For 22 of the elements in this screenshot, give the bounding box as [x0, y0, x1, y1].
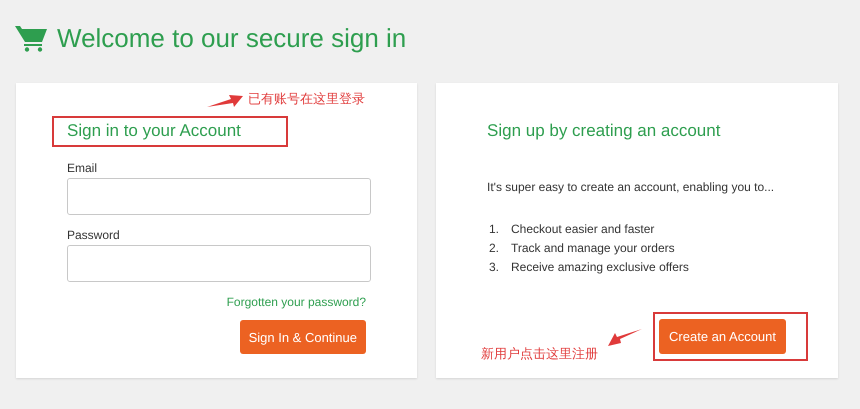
list-number: 1. [488, 221, 500, 238]
intro-text: It's super easy to create an account, enabling you to... [487, 180, 776, 194]
benefit-item: Receive amazing exclusive offers [511, 259, 689, 276]
annotation-text: 新用户点击这里注册 [481, 346, 598, 361]
annotation-text: 已有账号在这里登录 [248, 91, 365, 106]
list-number: 3. [488, 259, 500, 276]
cart-icon [15, 24, 47, 52]
panel-heading: Sign up by creating an account [487, 121, 720, 141]
benefit-item: Track and manage your orders [511, 240, 675, 257]
list-number: 2. [488, 240, 500, 257]
field-label: Email [67, 161, 98, 175]
benefit-item: Checkout easier and faster [511, 221, 654, 238]
panel-heading: Sign in to your Account [67, 121, 241, 141]
password-field[interactable] [67, 245, 371, 282]
email-field[interactable] [67, 178, 371, 215]
annotation-arrow [207, 94, 243, 108]
annotation-arrow [608, 329, 642, 347]
create-account-button[interactable]: Create an Account [659, 319, 786, 354]
forgot-password-link[interactable]: Forgotten your password? [226, 295, 366, 309]
field-label: Password [67, 228, 121, 242]
page-title: Welcome to our secure sign in [57, 23, 406, 53]
sign-in-button[interactable]: Sign In & Continue [240, 320, 366, 354]
